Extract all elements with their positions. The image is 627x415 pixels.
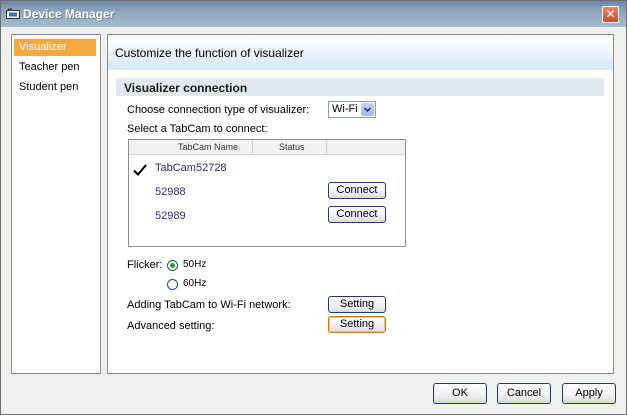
tabcam-row-name[interactable]: TabCam52728 [155,162,227,174]
column-header-status[interactable]: Status [279,142,305,152]
tabcam-list[interactable]: TabCam Name Status TabCam52728 52988 Con… [128,139,406,247]
window-title: Device Manager [23,7,115,21]
column-divider [252,140,253,154]
radio-selected-dot [170,263,175,268]
main-panel: Customize the function of visualizer Vis… [107,34,614,374]
connection-type-value: Wi-Fi [332,103,358,115]
panel-title: Customize the function of visualizer [115,46,304,60]
cancel-button[interactable]: Cancel [497,383,551,404]
flicker-60hz-label: 60Hz [183,278,207,289]
add-to-wifi-label: Adding TabCam to Wi-Fi network: [127,299,291,311]
section-title: Visualizer connection [124,81,248,95]
flicker-label: Flicker: [127,259,163,271]
sidebar: Visualizer Teacher pen Student pen [11,34,101,374]
column-divider [326,140,327,154]
title-bar[interactable]: Device Manager ✕ [1,1,626,27]
connection-type-label: Choose connection type of visualizer: [127,104,310,116]
sidebar-item-student-pen[interactable]: Student pen [14,79,96,96]
checkmark-icon [133,164,147,176]
window-content: Visualizer Teacher pen Student pen Custo… [1,27,626,414]
advanced-setting-button[interactable]: Setting [328,316,386,333]
panel-header: Customize the function of visualizer [108,35,613,70]
sidebar-item-teacher-pen[interactable]: Teacher pen [14,59,96,76]
flicker-50hz-label: 50Hz [183,259,207,270]
sidebar-item-visualizer[interactable]: Visualizer [14,39,96,56]
connection-type-select[interactable]: Wi-Fi [328,101,376,118]
wifi-setting-button[interactable]: Setting [328,296,386,313]
tabcam-row-name[interactable]: 52989 [155,210,186,222]
close-button[interactable]: ✕ [602,6,619,23]
apply-button[interactable]: Apply [562,383,616,404]
device-manager-icon [6,8,20,19]
advanced-setting-label: Advanced setting: [127,320,215,332]
select-tabcam-label: Select a TabCam to connect: [127,123,268,135]
tabcam-row-name[interactable]: 52988 [155,186,186,198]
ok-button[interactable]: OK [433,383,487,404]
section-header: Visualizer connection [116,78,604,96]
chevron-down-icon[interactable] [361,103,374,116]
connect-button[interactable]: Connect [328,206,386,223]
flicker-60hz-radio[interactable] [167,279,178,290]
tabcam-list-header: TabCam Name Status [129,140,405,155]
device-manager-window: Device Manager ✕ Visualizer Teacher pen … [0,0,627,415]
column-header-tabcam-name[interactable]: TabCam Name [178,142,238,152]
connect-button[interactable]: Connect [328,182,386,199]
flicker-50hz-radio[interactable] [167,260,178,271]
